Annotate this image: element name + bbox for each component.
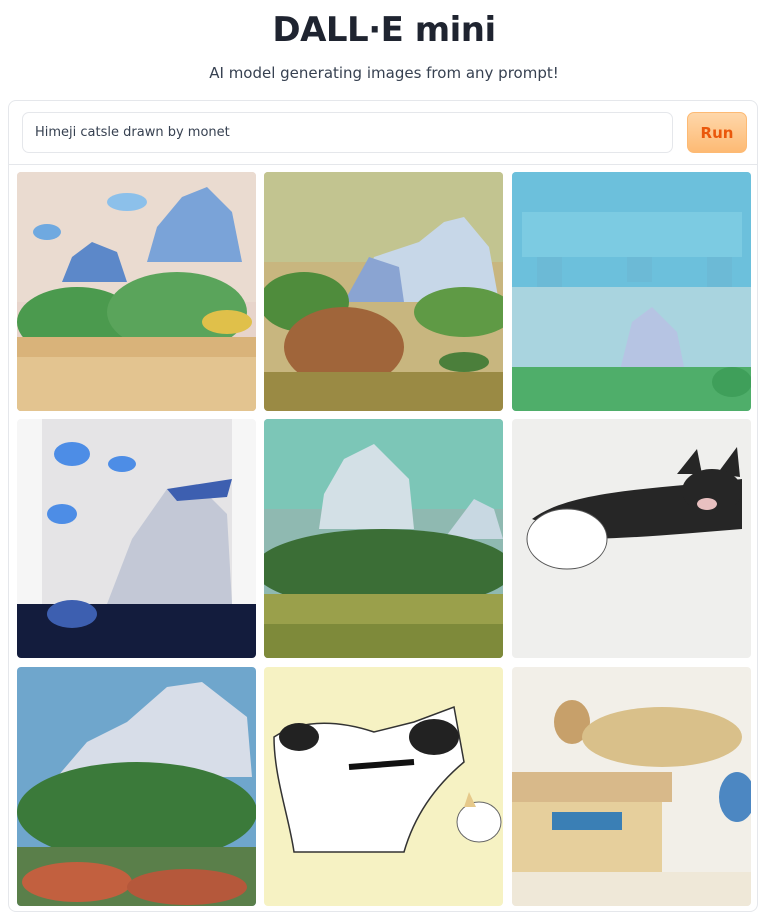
generated-image-8[interactable]	[264, 667, 503, 906]
generated-image-9[interactable]	[512, 667, 751, 906]
generator-panel: Run	[8, 100, 758, 912]
image-gallery	[17, 172, 753, 908]
generated-image-7[interactable]	[17, 667, 256, 906]
generated-image-2[interactable]	[264, 172, 503, 411]
generated-image-6[interactable]	[512, 419, 751, 658]
page-subtitle: AI model generating images from any prom…	[209, 64, 559, 82]
run-button[interactable]: Run	[687, 112, 747, 153]
generated-image-1[interactable]	[17, 172, 256, 411]
page-title: DALL·E mini	[272, 10, 496, 50]
generated-image-5[interactable]	[264, 419, 503, 658]
generated-image-3[interactable]	[512, 172, 751, 411]
prompt-input[interactable]	[22, 112, 673, 153]
generated-image-4[interactable]	[17, 419, 256, 658]
divider	[9, 164, 757, 165]
